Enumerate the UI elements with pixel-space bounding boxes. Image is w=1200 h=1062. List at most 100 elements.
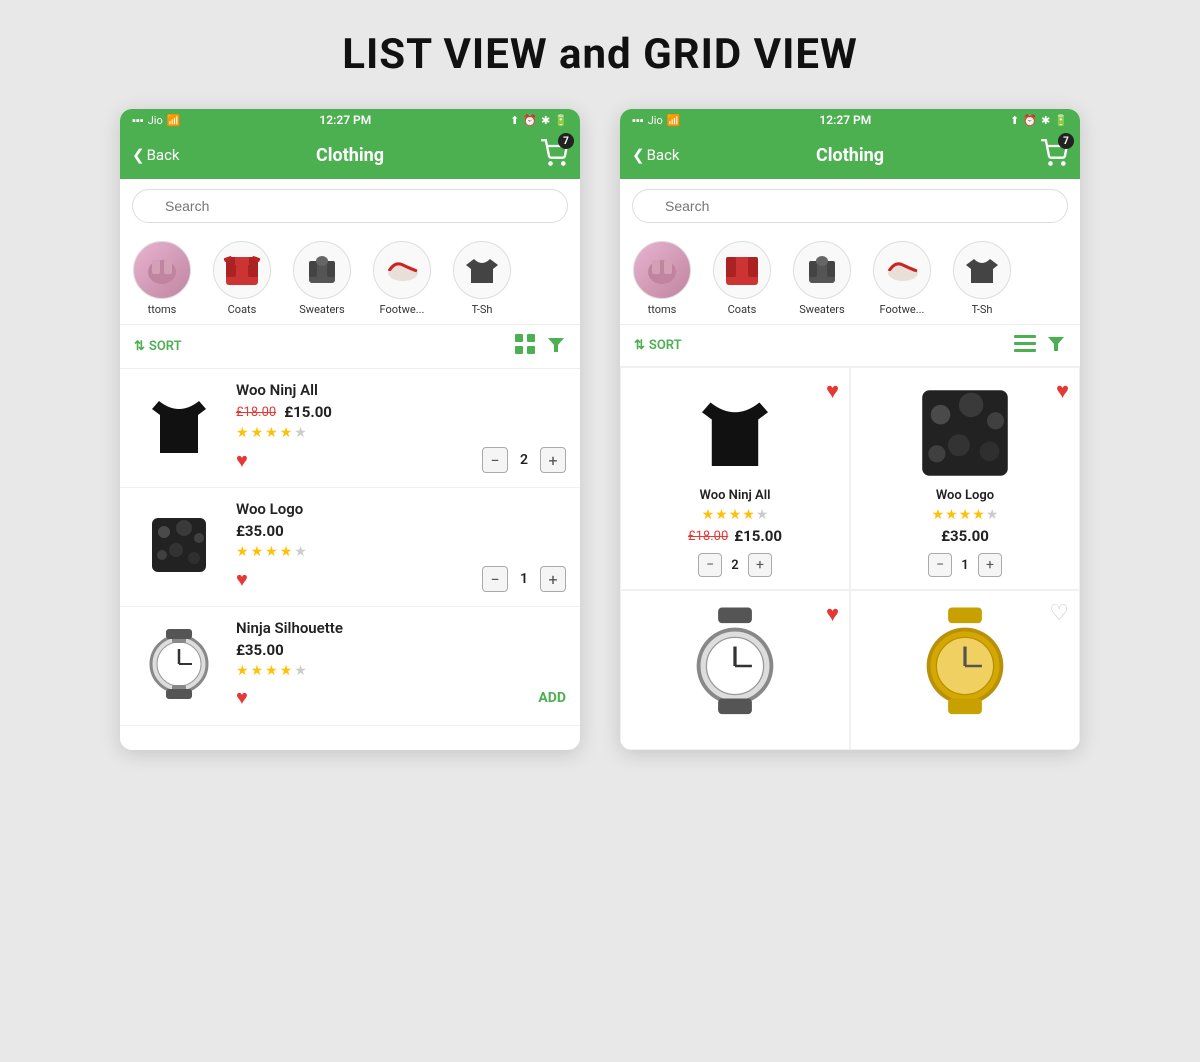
sort-icon-left: ⇅ bbox=[134, 339, 145, 354]
back-button-right[interactable]: ❮ Back bbox=[632, 146, 680, 164]
category-circle-coats-left bbox=[213, 241, 271, 299]
sort-button-left[interactable]: ⇅ SORT bbox=[134, 339, 182, 354]
bluetooth-icon: ✱ bbox=[541, 114, 550, 127]
nav-bar-left: ❮ Back Clothing 7 bbox=[120, 131, 580, 179]
grid-item-3: ♥ bbox=[620, 590, 850, 750]
category-item-bottoms-right[interactable]: ttoms bbox=[630, 241, 694, 316]
carrier-label: Jio bbox=[148, 114, 163, 127]
grid-price-row-2: £35.00 bbox=[941, 527, 989, 545]
category-circle-sweaters-left bbox=[293, 241, 351, 299]
list-icon-right bbox=[1014, 335, 1036, 353]
wishlist-button-1[interactable]: ♥ bbox=[236, 448, 248, 473]
nav-bar-right: ❮ Back Clothing 7 bbox=[620, 131, 1080, 179]
grid-wishlist-4[interactable]: ♡ bbox=[1049, 601, 1069, 626]
category-item-sweaters-right[interactable]: Sweaters bbox=[790, 241, 854, 316]
status-right-left: ▪▪▪ Jio 📶 bbox=[632, 114, 680, 127]
grid-wishlist-3[interactable]: ♥ bbox=[826, 601, 839, 627]
category-circle-tshirt-left bbox=[453, 241, 511, 299]
location-icon-right: ⬆ bbox=[1010, 114, 1019, 127]
grid-qty-decrease-2[interactable]: − bbox=[928, 553, 952, 577]
category-img-coats-left bbox=[221, 249, 263, 291]
search-input-right[interactable] bbox=[632, 189, 1068, 223]
grid-qty-value-2: 1 bbox=[958, 558, 972, 573]
price-row-2: £35.00 bbox=[236, 522, 566, 540]
filter-button-right[interactable] bbox=[1046, 333, 1066, 358]
heart-row-2: ♥ − 1 + bbox=[236, 566, 566, 592]
grid-qty-row-2: − 1 + bbox=[928, 553, 1002, 577]
grid-product-name-2: Woo Logo bbox=[936, 488, 994, 503]
grid-stars-1: ★ ★ ★ ★ ★ bbox=[702, 507, 769, 523]
grid-new-price-1: £15.00 bbox=[734, 527, 782, 545]
chevron-left-icon: ❮ bbox=[132, 146, 145, 164]
wishlist-button-2[interactable]: ♥ bbox=[236, 567, 248, 592]
sort-label-right: SORT bbox=[649, 338, 682, 353]
sort-label-left: SORT bbox=[149, 339, 182, 354]
signal-bars-icon: ▪▪▪ bbox=[132, 114, 144, 127]
grid-qty-increase-2[interactable]: + bbox=[978, 553, 1002, 577]
qty-increase-2[interactable]: + bbox=[540, 566, 566, 592]
category-circle-footwear-right bbox=[873, 241, 931, 299]
qty-decrease-2[interactable]: − bbox=[482, 566, 508, 592]
category-label-sweaters-right: Sweaters bbox=[799, 303, 844, 316]
category-img-bottoms-left bbox=[142, 250, 182, 290]
sort-icon-right: ⇅ bbox=[634, 338, 645, 353]
category-item-bottoms-left[interactable]: ttoms bbox=[130, 241, 194, 316]
wishlist-button-3[interactable]: ♥ bbox=[236, 685, 248, 710]
back-label-right: Back bbox=[647, 146, 680, 164]
only-price-2: £35.00 bbox=[236, 522, 284, 540]
category-circle-tshirt-right bbox=[953, 241, 1011, 299]
stars-1: ★ ★ ★ ★ ★ bbox=[236, 425, 566, 441]
status-bar-left: ▪▪▪ Jio 📶 12:27 PM ⬆ ⏰ ✱ 🔋 bbox=[120, 109, 580, 131]
stars-2: ★ ★ ★ ★ ★ bbox=[236, 544, 566, 560]
signal-bars-icon-right: ▪▪▪ bbox=[632, 114, 644, 127]
grid-view-button-left[interactable] bbox=[514, 333, 536, 360]
price-row-3: £35.00 bbox=[236, 641, 566, 659]
nav-title-right: Clothing bbox=[816, 145, 884, 166]
qty-row-1: − 2 + bbox=[482, 447, 566, 473]
category-item-sweaters-left[interactable]: Sweaters bbox=[290, 241, 354, 316]
grid-qty-increase-1[interactable]: + bbox=[748, 553, 772, 577]
filter-icon-left bbox=[546, 334, 566, 354]
product-name-2: Woo Logo bbox=[236, 500, 566, 518]
grid-qty-decrease-1[interactable]: − bbox=[698, 553, 722, 577]
product-name-3: Ninja Silhouette bbox=[236, 619, 566, 637]
back-button-left[interactable]: ❮ Back bbox=[132, 146, 180, 164]
sort-button-right[interactable]: ⇅ SORT bbox=[634, 338, 682, 353]
qty-decrease-1[interactable]: − bbox=[482, 447, 508, 473]
toolbar-right: ⇅ SORT bbox=[620, 325, 1080, 367]
old-price-1: £18.00 bbox=[236, 405, 276, 420]
grid-wishlist-1[interactable]: ♥ bbox=[826, 378, 839, 404]
grid-wishlist-2[interactable]: ♥ bbox=[1056, 378, 1069, 404]
list-view-button-right[interactable] bbox=[1014, 334, 1036, 358]
category-img-sweaters-left bbox=[301, 249, 343, 291]
cart-button-left[interactable]: 7 bbox=[540, 139, 568, 171]
grid-price-row-1: £18.00 £15.00 bbox=[688, 527, 782, 545]
search-input-left[interactable] bbox=[132, 189, 568, 223]
product-img-2 bbox=[134, 500, 224, 594]
add-button-3[interactable]: ADD bbox=[538, 690, 566, 706]
cart-badge-left: 7 bbox=[558, 133, 574, 149]
nav-title-left: Clothing bbox=[316, 145, 384, 166]
filter-button-left[interactable] bbox=[546, 334, 566, 359]
category-label-coats-right: Coats bbox=[728, 303, 757, 316]
qty-increase-1[interactable]: + bbox=[540, 447, 566, 473]
category-item-tshirt-right[interactable]: T-Sh bbox=[950, 241, 1014, 316]
heart-row-1: ♥ − 2 + bbox=[236, 447, 566, 473]
grid-product-img-4 bbox=[905, 601, 1025, 731]
cart-button-right[interactable]: 7 bbox=[1040, 139, 1068, 171]
grid-product-img-1 bbox=[675, 378, 795, 488]
category-item-footwear-left[interactable]: Footwe... bbox=[370, 241, 434, 316]
toolbar-left: ⇅ SORT bbox=[120, 325, 580, 369]
category-item-coats-right[interactable]: Coats bbox=[710, 241, 774, 316]
battery-icon: 🔋 bbox=[554, 114, 568, 127]
category-item-footwear-right[interactable]: Footwe... bbox=[870, 241, 934, 316]
category-circle-bottoms-left bbox=[133, 241, 191, 299]
qty-value-1: 2 bbox=[516, 452, 532, 468]
battery-icon-right: 🔋 bbox=[1054, 114, 1068, 127]
search-bar-left: 🔍 bbox=[120, 179, 580, 233]
category-img-footwear-left bbox=[381, 249, 423, 291]
grid-qty-value-1: 2 bbox=[728, 558, 742, 573]
category-item-coats-left[interactable]: Coats bbox=[210, 241, 274, 316]
category-item-tshirt-left[interactable]: T-Sh bbox=[450, 241, 514, 316]
product-name-1: Woo Ninj All bbox=[236, 381, 566, 399]
